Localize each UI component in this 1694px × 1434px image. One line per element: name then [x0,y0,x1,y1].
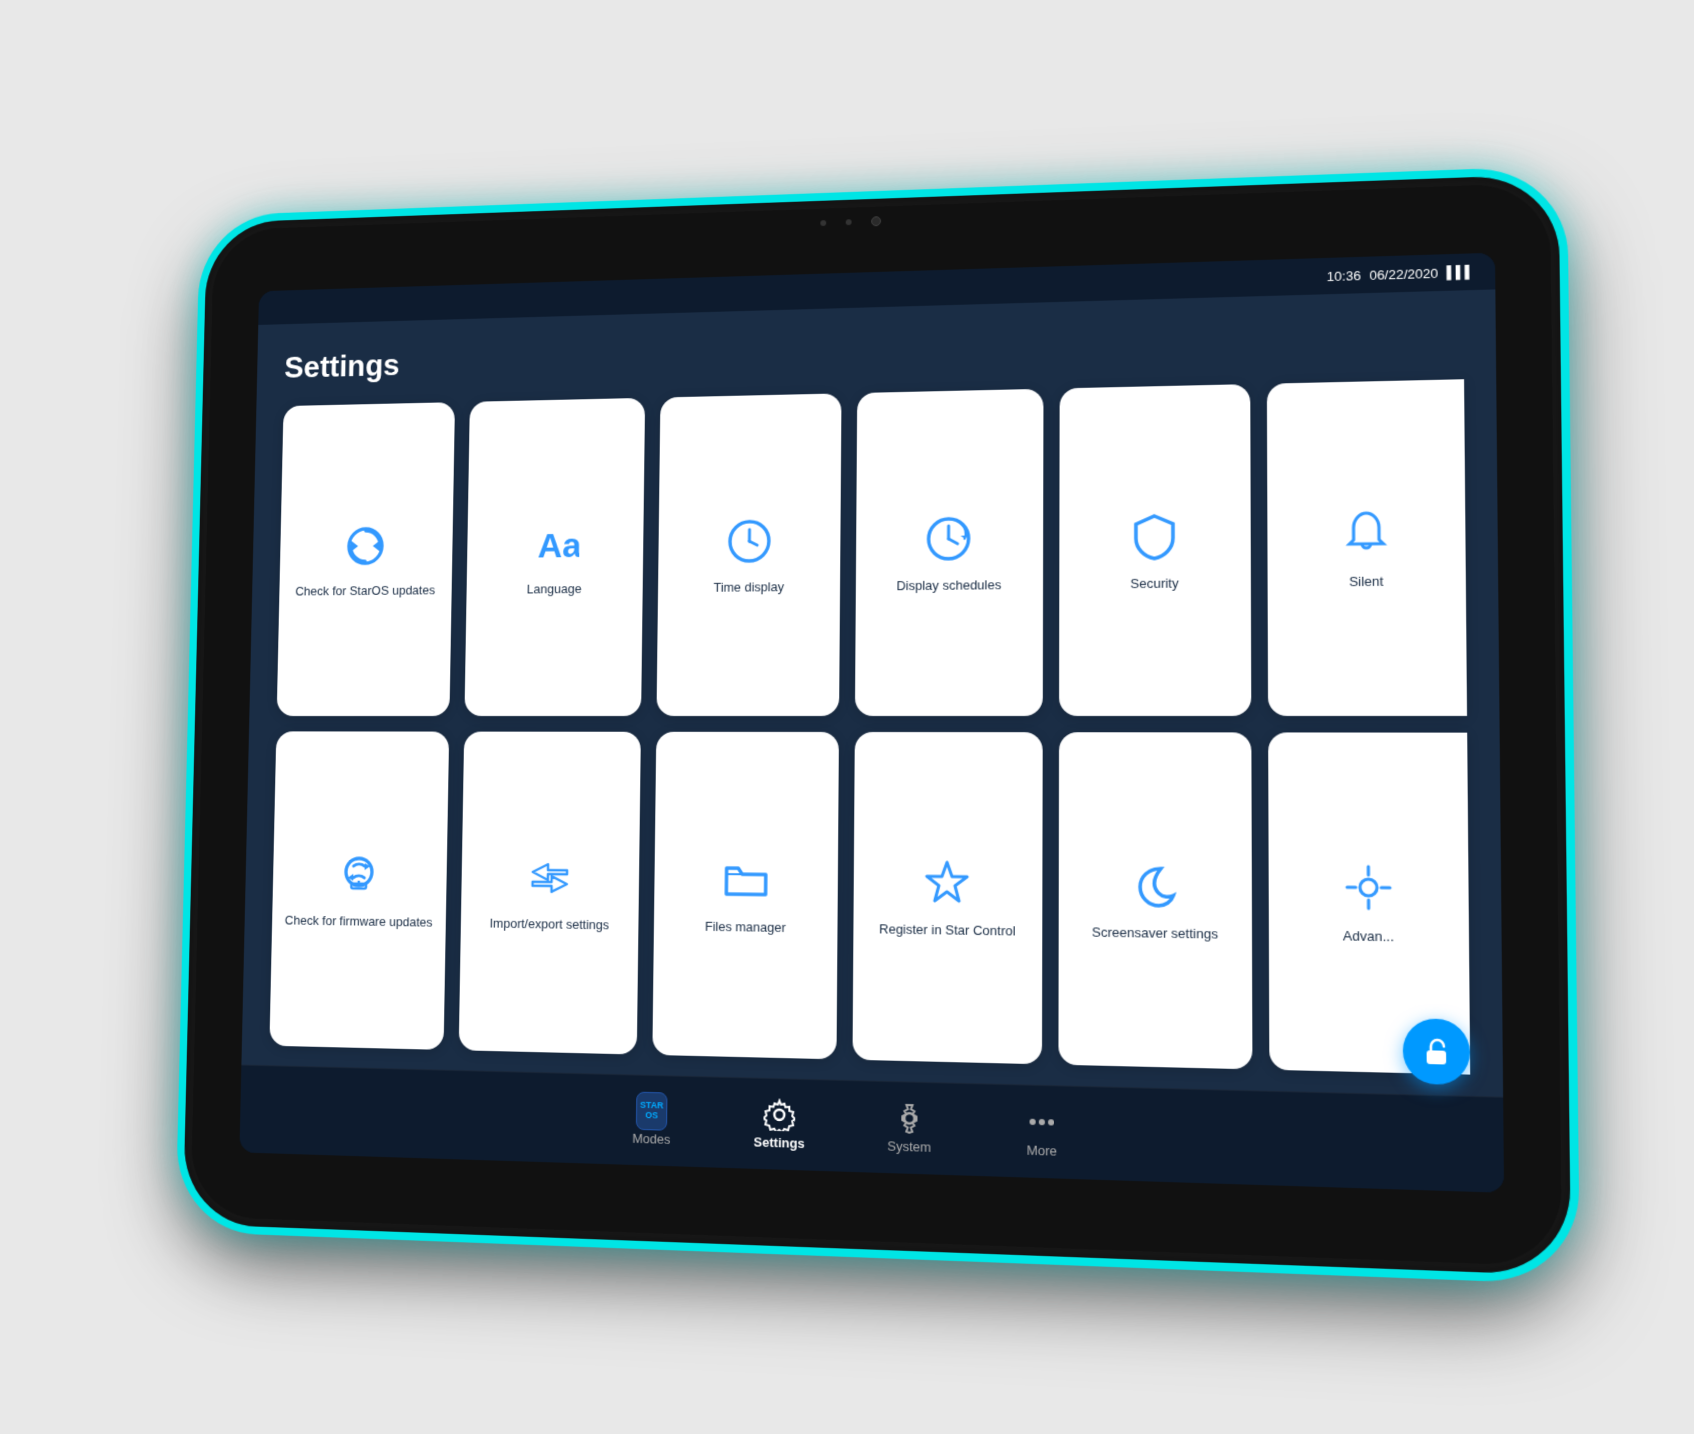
tablet-screen: 10:36 06/22/2020 ▌▌▌ Settings [239,253,1504,1193]
main-content: Settings Check for StarOS updat [241,289,1503,1096]
shield-icon [1125,507,1185,566]
card-security-label: Security [1130,576,1178,594]
card-files-manager-label: Files manager [705,919,786,937]
card-display-schedules-label: Display schedules [896,577,1001,595]
tablet-device: 10:36 06/22/2020 ▌▌▌ Settings [183,174,1571,1276]
star-icon [918,853,977,913]
schedule-clock-icon [920,510,978,569]
unlock-icon [1420,1035,1453,1067]
card-language[interactable]: Aa Language [464,398,645,716]
gear-settings-icon [763,1098,795,1131]
nav-more-label: More [1027,1142,1058,1158]
card-check-firmware-label: Check for firmware updates [285,913,433,932]
settings-grid: Check for StarOS updates Aa Language [269,379,1470,1074]
sync-icon [339,518,393,574]
status-time: 10:36 [1327,267,1361,283]
card-time-display-label: Time display [713,580,784,597]
moon-icon [1125,855,1185,915]
staros-logo-icon: STAROS [636,1095,668,1128]
clock-icon [721,513,778,571]
nav-modes-label: Modes [632,1131,670,1147]
font-icon: Aa [527,516,583,573]
nav-settings-label: Settings [754,1134,805,1151]
card-import-export-label: Import/export settings [490,915,610,933]
card-check-staros-updates-label: Check for StarOS updates [295,583,435,600]
card-files-manager[interactable]: Files manager [653,731,839,1059]
tablet-speaker-right [846,219,852,225]
card-silent-label: Silent [1349,574,1384,592]
card-security[interactable]: Security [1059,384,1252,715]
svg-text:Aa: Aa [537,527,579,566]
status-date: 06/22/2020 [1369,265,1438,282]
card-check-firmware-updates[interactable]: Check for firmware updates [269,731,448,1050]
signal-icon: ▌▌▌ [1447,265,1474,280]
nav-item-system[interactable]: System [869,1101,950,1156]
folder-icon [717,851,774,910]
card-advanced-label: Advan... [1343,928,1394,946]
tablet-speaker-left [820,220,826,226]
nav-item-settings[interactable]: Settings [739,1097,819,1151]
card-screensaver[interactable]: Screensaver settings [1058,732,1253,1070]
card-silent[interactable]: Silent [1267,379,1467,715]
nav-system-label: System [887,1138,931,1155]
dots-icon [1025,1105,1058,1139]
transfer-icon [522,849,578,907]
card-star-control[interactable]: Register in Star Control [852,731,1042,1064]
tablet-top-bar [820,216,881,228]
card-star-control-label: Register in Star Control [879,921,1016,940]
nav-item-more[interactable]: More [1001,1104,1083,1159]
tablet-camera [871,216,881,226]
card-time-display[interactable]: Time display [657,393,842,715]
nav-item-modes[interactable]: STAROS Modes [612,1094,691,1148]
sync-firmware-icon [332,847,387,904]
page-title: Settings [284,319,1464,385]
bell-off-icon [1335,504,1397,564]
gear-system-icon [893,1102,925,1136]
card-language-label: Language [527,582,582,599]
card-display-schedules[interactable]: Display schedules [855,389,1043,716]
card-screensaver-label: Screensaver settings [1092,924,1218,943]
card-import-export[interactable]: Import/export settings [458,731,641,1054]
card-check-staros-updates[interactable]: Check for StarOS updates [277,402,455,715]
advanced-icon [1337,857,1399,918]
